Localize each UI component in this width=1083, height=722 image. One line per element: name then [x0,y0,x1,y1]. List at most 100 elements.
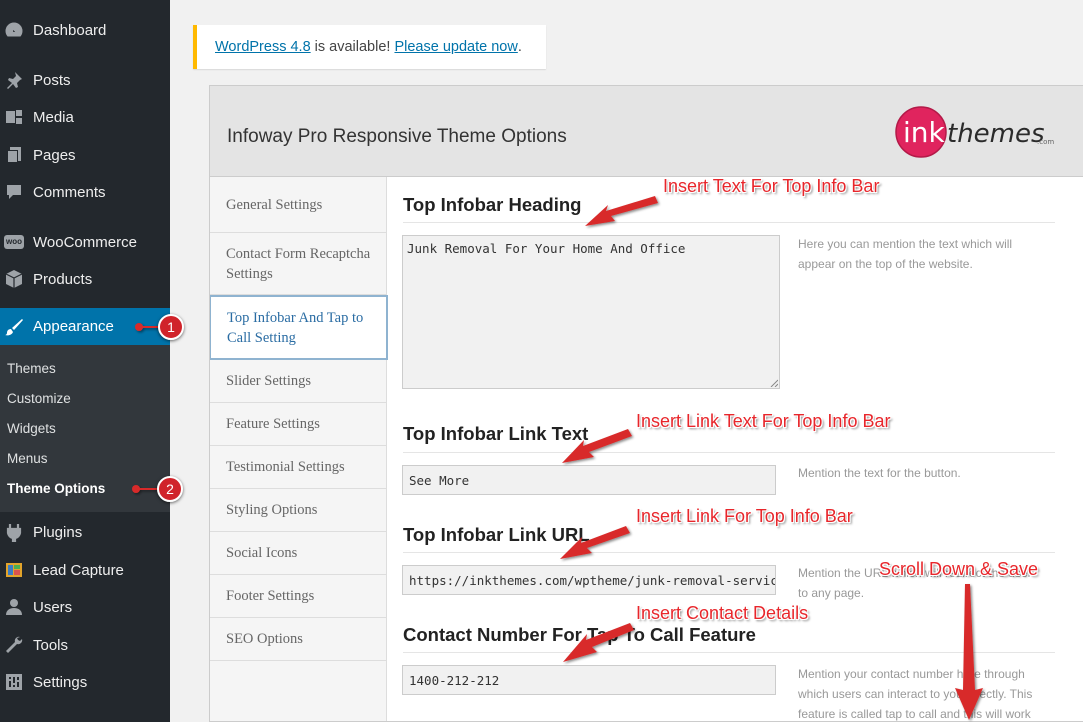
woocommerce-icon: woo [4,232,24,252]
textarea-value: Junk Removal For Your Home And Office [407,241,686,256]
menu-item-label: Media [33,108,74,126]
step-badge-1: 1 [158,314,184,340]
note-insert-text: Insert Text For Top Info Bar [663,176,880,196]
inkthemes-logo[interactable]: ink themes .com [893,106,1063,158]
menu-item-plugins[interactable]: Plugins [0,515,170,549]
note-insert-link: Insert Link For Top Info Bar [636,506,853,526]
section-title-contact-number: Contact Number For Tap To Call Feature [403,624,756,645]
note-insert-link-text: Insert Link Text For Top Info Bar [636,411,891,431]
menu-item-settings[interactable]: Settings [0,665,170,699]
note-scroll-save: Scroll Down & Save [879,559,1039,579]
notice-text: is available! [310,39,395,55]
menu-item-label: Users [33,598,73,616]
notice-end: . [517,39,522,55]
section-divider [403,552,1055,553]
tab-label: Social Icons [226,545,298,561]
tab-label: Contact Form Recaptcha Settings [226,245,371,282]
tab-seo-options[interactable]: SEO Options [210,618,386,661]
menu-item-woocommerce[interactable]: woo WooCommerce [0,225,170,259]
settings-icon [4,672,24,692]
tab-label: SEO Options [226,631,303,647]
menu-item-label: Comments [33,183,106,201]
logo-suffix-text: .com [1037,138,1054,146]
link-text-input[interactable]: See More [402,465,776,495]
contact-number-input[interactable]: 1400-212-212 [402,665,776,695]
tab-top-infobar[interactable]: Top Infobar And Tap to Call Setting [210,295,388,360]
users-icon [4,597,24,617]
contact-number-desc: Mention your contact number here through… [798,667,1033,721]
menu-item-label: Settings [33,673,88,691]
menu-item-posts[interactable]: Posts [0,63,170,97]
menu-item-users[interactable]: Users [0,590,170,624]
pin-icon [4,70,24,90]
step-badge-2: 2 [157,476,183,502]
tab-styling-options[interactable]: Styling Options [210,489,386,532]
tab-slider-settings[interactable]: Slider Settings [210,360,386,403]
menu-item-label: Tools [33,636,69,654]
panel-header: Infoway Pro Responsive Theme Options ink… [210,86,1083,177]
menu-item-label: Dashboard [33,21,107,39]
theme-options-panel: Infoway Pro Responsive Theme Options ink… [209,85,1083,722]
menu-item-dashboard[interactable]: Dashboard [0,13,170,47]
menu-item-label: Pages [33,146,76,164]
menu-item-label: WooCommerce [33,233,137,251]
logo-themes-text: themes [947,119,1045,149]
menu-item-label: Lead Capture [33,561,124,579]
menu-item-products[interactable]: Products [0,262,170,296]
menu-item-label: Plugins [33,523,83,541]
wordpress-version-link[interactable]: WordPress 4.8 [215,39,311,55]
menu-item-tools[interactable]: Tools [0,628,170,662]
tab-feature-settings[interactable]: Feature Settings [210,403,386,446]
tab-label: Slider Settings [226,373,311,389]
media-icon [4,107,24,127]
tab-contact-form-recaptcha[interactable]: Contact Form Recaptcha Settings [210,233,386,295]
dashboard-icon [4,20,24,40]
menu-item-label: Appearance [33,318,114,335]
resize-grip-icon[interactable] [770,379,778,387]
lead-capture-icon [4,560,24,580]
logo-ink-text: ink [903,116,946,149]
tab-testimonial-settings[interactable]: Testimonial Settings [210,446,386,489]
tab-label: Testimonial Settings [226,459,345,475]
tab-label: Footer Settings [226,588,315,604]
update-notice: WordPress 4.8 is available! Please updat… [193,25,546,69]
pages-icon [4,145,24,165]
infobar-heading-desc: Here you can mention the text which will… [798,237,1013,271]
note-insert-contact: Insert Contact Details [636,603,809,623]
panel-title: Infoway Pro Responsive Theme Options [227,126,567,147]
submenu-theme-options[interactable]: Theme Options [7,481,105,496]
tab-social-icons[interactable]: Social Icons [210,532,386,575]
comments-icon [4,182,24,202]
section-divider [403,452,1055,453]
menu-item-label: Posts [33,71,71,89]
section-title-infobar-heading: Top Infobar Heading [403,194,582,215]
brush-icon [4,317,24,337]
admin-sidebar: Dashboard Posts Media Pages Comments woo… [0,0,170,722]
tools-icon [4,635,24,655]
tab-general-settings[interactable]: General Settings [210,177,386,233]
link-url-input[interactable]: https://inkthemes.com/wptheme/junk-remov… [402,565,776,595]
section-title-link-text: Top Infobar Link Text [403,423,589,444]
menu-item-media[interactable]: Media [0,100,170,134]
section-divider [403,652,1055,653]
submenu-widgets[interactable]: Widgets [7,421,56,436]
submenu-themes[interactable]: Themes [7,361,56,376]
products-icon [4,269,24,289]
update-now-link[interactable]: Please update now [394,39,517,55]
tab-label: Feature Settings [226,416,320,432]
options-tabs: General Settings Contact Form Recaptcha … [210,177,388,721]
menu-item-lead-capture[interactable]: Lead Capture [0,553,170,587]
link-text-desc: Mention the text for the button. [798,466,961,480]
menu-item-comments[interactable]: Comments [0,175,170,209]
tab-footer-settings[interactable]: Footer Settings [210,575,386,618]
tab-label: General Settings [226,196,323,213]
section-title-link-url: Top Infobar Link URL [403,524,590,545]
tab-label: Styling Options [226,502,318,518]
section-divider [403,222,1055,223]
menu-item-label: Products [33,270,93,288]
submenu-menus[interactable]: Menus [7,451,48,466]
submenu-customize[interactable]: Customize [7,391,71,406]
menu-item-appearance[interactable]: Appearance [0,308,170,345]
infobar-heading-textarea[interactable]: Junk Removal For Your Home And Office [402,235,780,389]
menu-item-pages[interactable]: Pages [0,138,170,172]
